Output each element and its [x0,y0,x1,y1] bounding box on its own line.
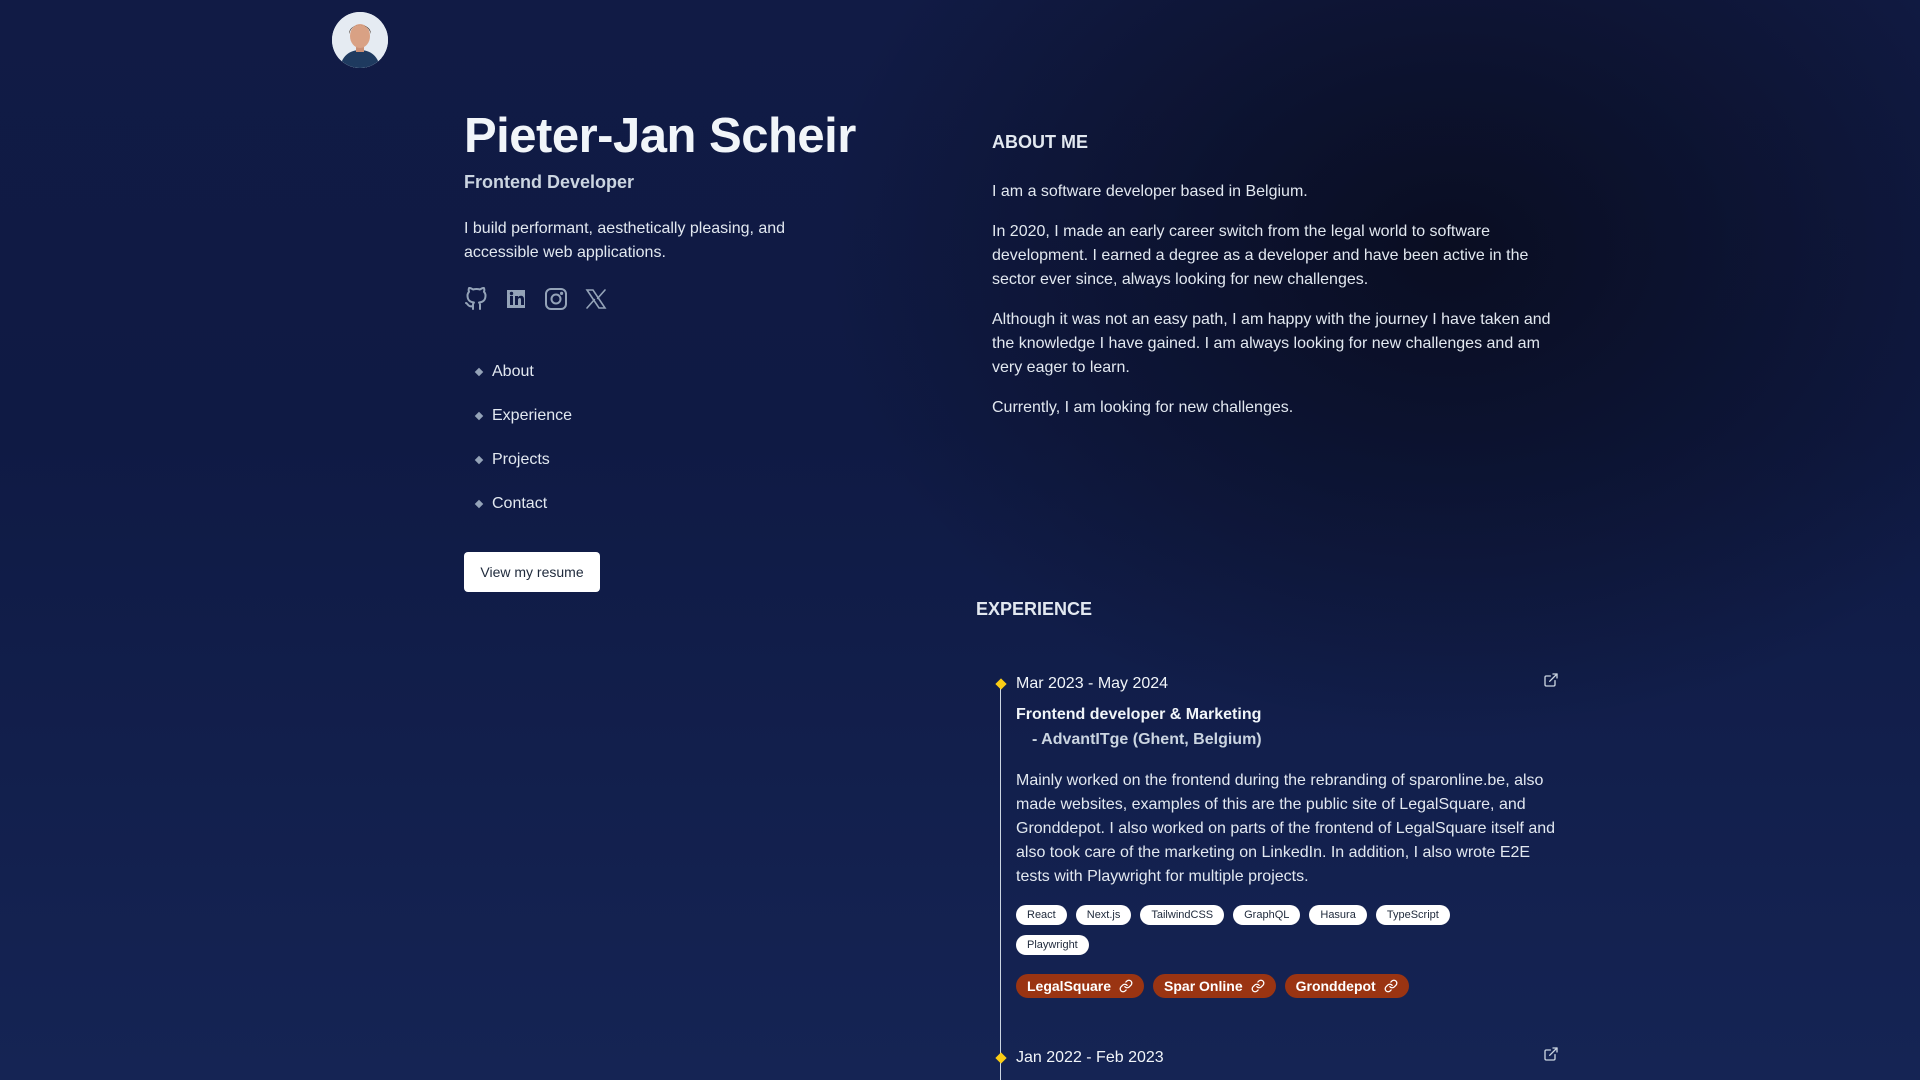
project-links: LegalSquare Spar Online Gronddepot [1016,974,1409,998]
nav-diamond-icon [474,455,484,465]
social-links [464,287,608,311]
project-link-spar-online[interactable]: Spar Online [1153,974,1276,998]
job-date: Mar 2023 - May 2024 [1016,675,1169,692]
github-link[interactable] [464,287,488,311]
linkedin-icon [507,290,525,308]
x-icon [585,289,607,309]
tech-tags: React Next.js TailwindCSS GraphQL Hasura… [1016,905,1496,955]
timeline-line [1000,686,1001,1080]
job-description: Mainly worked on the frontend during the… [1016,772,1556,885]
github-icon [465,287,487,310]
instagram-icon [545,288,567,310]
avatar-portrait [332,12,388,68]
project-link-label: LegalSquare [1027,978,1112,994]
nav-item-contact[interactable]: Contact [474,482,572,526]
nav-diamond-icon [474,411,484,421]
about-text: I am a software developer based in Belgi… [992,180,1572,436]
page-title: Pieter-Jan Scheir [464,109,856,163]
link-icon [1251,979,1265,993]
nav-item-experience[interactable]: Experience [474,394,573,438]
tech-tag: TypeScript [1375,905,1450,925]
nav-item-label: About [492,363,534,380]
project-link-label: Spar Online [1164,978,1243,994]
project-link-gronddepot[interactable]: Gronddepot [1284,974,1409,998]
timeline-diamond-icon [995,678,1007,690]
experience-heading: EXPERIENCE [976,599,1093,619]
tech-tag: Next.js [1075,905,1132,925]
about-heading: ABOUT ME [992,132,1088,152]
external-link-icon [1544,673,1558,687]
nav-item-label: Projects [492,451,550,468]
section-nav: About Experience Projects Contact [474,350,573,526]
about-paragraph: I am a software developer based in Belgi… [992,183,1308,200]
view-resume-button[interactable]: View my resume [464,552,600,592]
nav-item-projects[interactable]: Projects [474,438,572,482]
job-company: - AdvantITge (Ghent, Belgium) [1032,731,1262,748]
about-paragraph: Although it was not an easy path, I am h… [992,311,1551,376]
nav-diamond-icon [474,499,484,509]
tech-tag: Playwright [1016,935,1089,955]
external-link-icon [1544,1047,1558,1061]
job-title: Frontend developer & Marketing [1016,706,1262,723]
link-icon [1384,979,1398,993]
job-date: Jan 2022 - Feb 2023 [1016,1049,1164,1066]
linkedin-link[interactable] [504,287,528,311]
x-link[interactable] [584,287,608,311]
nav-item-label: Experience [492,407,573,424]
nav-diamond-icon [474,367,484,377]
tech-tag: Hasura [1309,905,1367,925]
job-role: Frontend Developer [464,172,635,192]
timeline-diamond-icon [995,1052,1007,1064]
nav-item-label: Contact [492,495,548,512]
link-icon [1119,979,1133,993]
tech-tag: React [1016,905,1067,925]
tech-tag: TailwindCSS [1140,905,1225,925]
tagline: I build performant, aesthetically pleasi… [464,220,786,261]
about-paragraph: Currently, I am looking for new challeng… [992,399,1294,416]
project-link-legalsquare[interactable]: LegalSquare [1016,974,1145,998]
avatar [332,12,388,68]
instagram-link[interactable] [544,287,568,311]
about-paragraph: In 2020, I made an early career switch f… [992,223,1529,288]
nav-item-about[interactable]: About [474,350,572,394]
tech-tag: GraphQL [1233,905,1301,925]
project-link-label: Gronddepot [1295,978,1376,994]
